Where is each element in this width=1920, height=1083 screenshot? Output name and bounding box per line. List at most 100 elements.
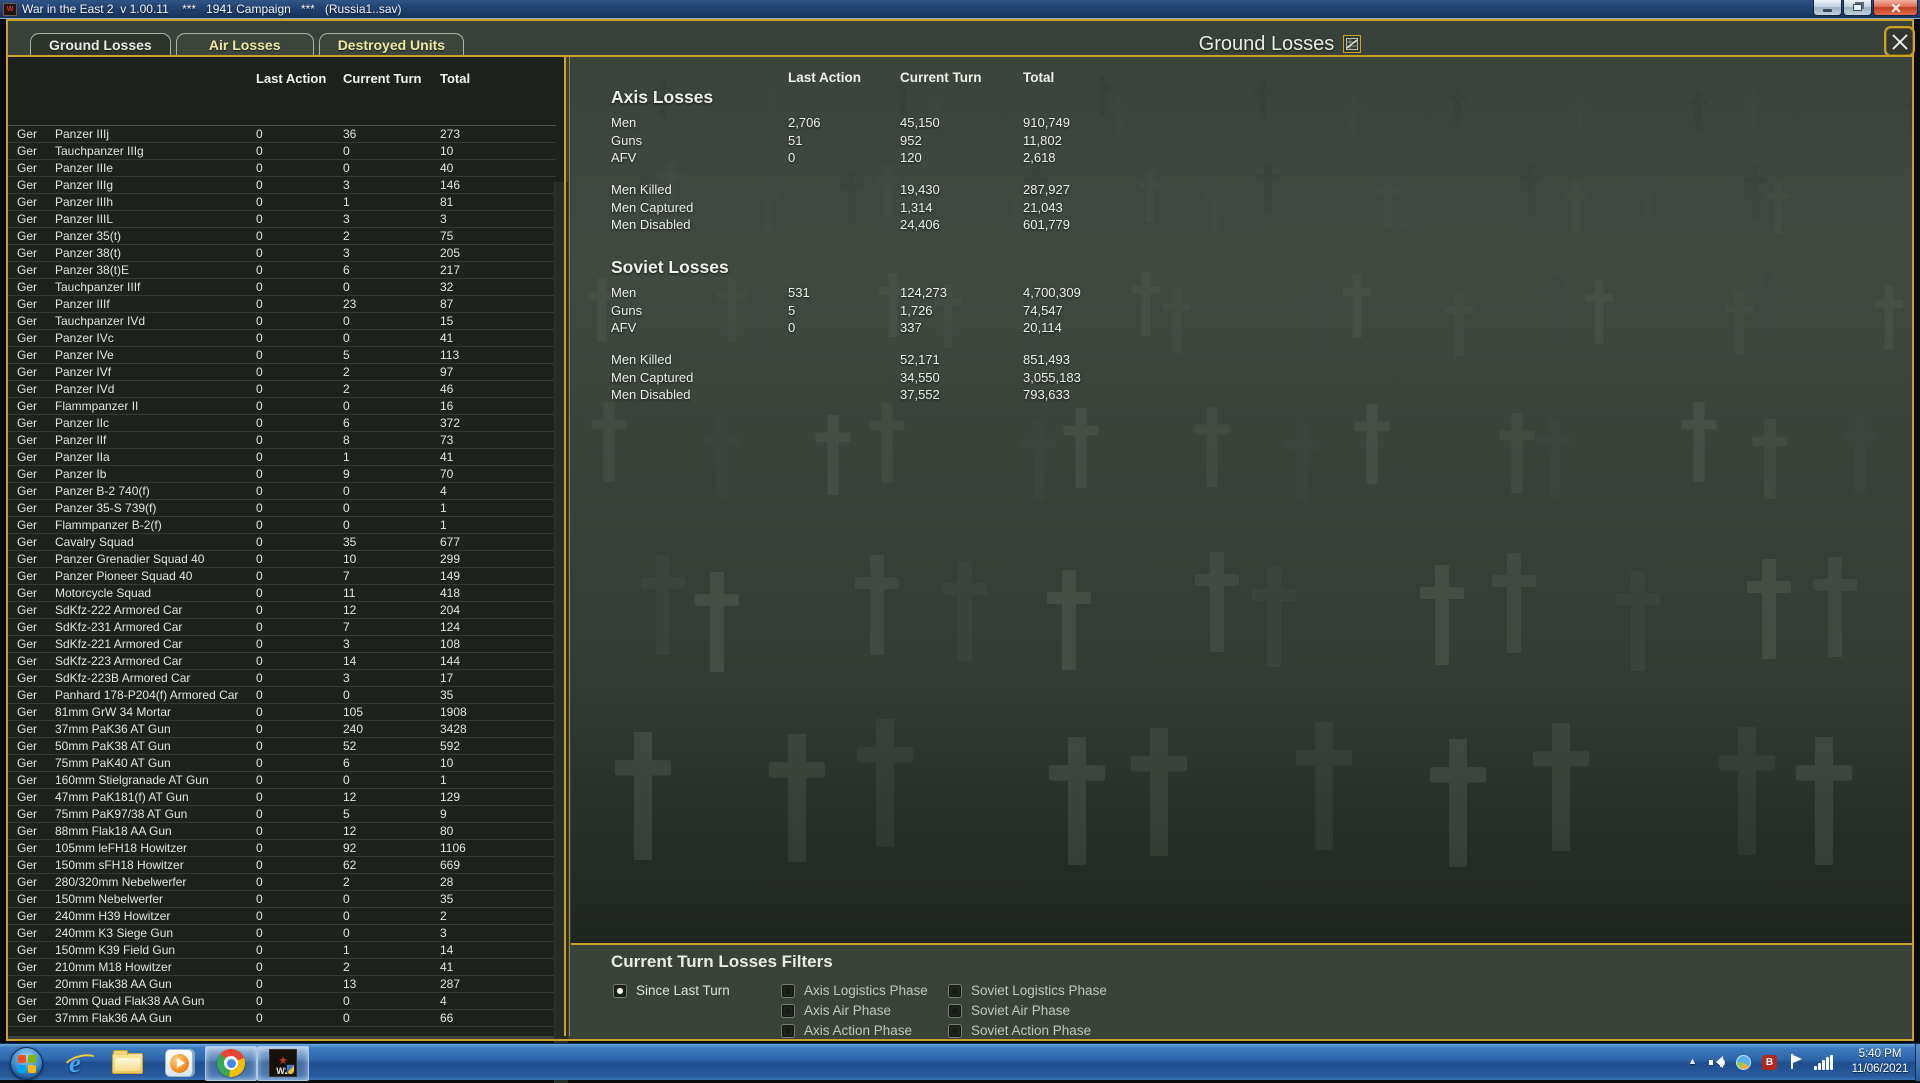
checkbox-icon — [948, 1004, 962, 1018]
checkbox-icon — [781, 984, 795, 998]
taskbar-chrome[interactable] — [205, 1046, 257, 1081]
internet-explorer-icon: e — [69, 1048, 81, 1079]
table-row: GerTauchpanzer IVd0015 — [8, 313, 556, 330]
close-button[interactable] — [1873, 0, 1918, 16]
checkbox-icon — [781, 1004, 795, 1018]
table-row: GerPanzer IIIj036273 — [8, 126, 556, 143]
folder-icon — [112, 1053, 143, 1074]
minimize-icon — [1823, 9, 1832, 12]
page-title: Ground Losses — [1199, 33, 1335, 56]
tab-air-losses[interactable]: Air Losses — [176, 33, 314, 56]
table-row: GerPanzer Ib0970 — [8, 466, 556, 483]
action-center-flag-icon[interactable] — [1789, 1054, 1803, 1070]
tab-ground-losses[interactable]: Ground Losses — [30, 33, 171, 56]
filter-axis-air-phase[interactable]: Axis Air Phase — [781, 1003, 891, 1018]
restore-icon — [1853, 4, 1862, 11]
unit-table-header: Last Action Current Turn Total — [8, 71, 556, 86]
clock-time: 5:40 PM — [1845, 1047, 1915, 1062]
loss-row: Guns51,72674,547 — [571, 302, 1912, 320]
table-row: GerPanzer IVc0041 — [8, 330, 556, 347]
col-total: Total — [1023, 69, 1912, 87]
tab-destroyed-units[interactable]: Destroyed Units — [319, 33, 464, 56]
loss-row: Men2,70645,150910,749 — [571, 114, 1912, 132]
col-last-action: Last Action — [256, 71, 343, 86]
filter-since-last-turn[interactable]: Since Last Turn — [613, 983, 730, 998]
table-row: GerCavalry Squad035677 — [8, 534, 556, 551]
current-turn-filters: Current Turn Losses Filters Since Last T… — [571, 943, 1912, 1036]
table-row: Ger81mm GrW 34 Mortar01051908 — [8, 704, 556, 721]
taskbar-file-explorer[interactable] — [101, 1046, 153, 1081]
table-row: GerPanzer 38(t)E06217 — [8, 262, 556, 279]
loss-row: AFV01202,618 — [571, 149, 1912, 167]
loss-breakdown-row: Men Captured34,5503,055,183 — [571, 369, 1912, 387]
filter-soviet-air-phase[interactable]: Soviet Air Phase — [948, 1003, 1070, 1018]
network-signal-icon[interactable] — [1814, 1055, 1836, 1070]
table-row: GerPanzer 35-S 739(f)001 — [8, 500, 556, 517]
filter-soviet-logistics-phase[interactable]: Soviet Logistics Phase — [948, 983, 1107, 998]
table-row: Ger240mm H39 Howitzer002 — [8, 908, 556, 925]
radio-selected-icon — [613, 984, 627, 998]
loss-breakdown-row: Men Disabled24,406601,779 — [571, 216, 1912, 234]
show-hidden-icons-button[interactable]: ▲ — [1688, 1056, 1697, 1066]
table-row: GerPanzer IIIL033 — [8, 211, 556, 228]
loss-breakdown-row: Men Captured1,31421,043 — [571, 199, 1912, 217]
table-row: Ger47mm PaK181(f) AT Gun012129 — [8, 789, 556, 806]
restore-button[interactable] — [1843, 0, 1872, 16]
table-row: GerFlammpanzer B-2(f)001 — [8, 517, 556, 534]
table-row: GerPanzer IIa0141 — [8, 449, 556, 466]
table-row: GerPanzer IIIh0181 — [8, 194, 556, 211]
show-desktop-button[interactable] — [1915, 1044, 1920, 1081]
table-row: GerPanzer IVf0297 — [8, 364, 556, 381]
table-row: GerSdKfz-223 Armored Car014144 — [8, 653, 556, 670]
filter-soviet-action-phase[interactable]: Soviet Action Phase — [948, 1023, 1091, 1038]
table-row: Ger210mm M18 Howitzer0241 — [8, 959, 556, 976]
table-row: GerPanzer 38(t)03205 — [8, 245, 556, 262]
minimize-button[interactable] — [1813, 0, 1842, 16]
table-row: Ger150mm sFH18 Howitzer062669 — [8, 857, 556, 874]
volume-icon[interactable] — [1709, 1056, 1725, 1069]
loss-breakdown-row: Men Killed52,171851,493 — [571, 351, 1912, 369]
windows-taskbar: e ★W2 ▲ B 5:40 PM 11/06/2021 — [0, 1043, 1920, 1080]
section-title: Axis Losses — [611, 87, 713, 108]
table-row: GerPanzer IIIe0040 — [8, 160, 556, 177]
taskbar-clock[interactable]: 5:40 PM 11/06/2021 — [1845, 1047, 1915, 1077]
table-row: GerPanzer Grenadier Squad 40010299 — [8, 551, 556, 568]
filter-axis-logistics-phase[interactable]: Axis Logistics Phase — [781, 983, 928, 998]
table-row: Ger20mm Flak38 AA Gun013287 — [8, 976, 556, 993]
taskbar-media-player[interactable] — [153, 1046, 205, 1081]
table-row: GerPanzer IVd0246 — [8, 381, 556, 398]
filters-title: Current Turn Losses Filters — [611, 952, 833, 972]
taskbar-wite2[interactable]: ★W2 — [257, 1046, 309, 1081]
taskbar-internet-explorer[interactable]: e — [49, 1046, 101, 1081]
report-chart-icon[interactable] — [1343, 35, 1361, 53]
table-row: GerPanzer IIf0873 — [8, 432, 556, 449]
updates-tray-icon[interactable] — [1736, 1055, 1751, 1070]
table-row: GerPanzer IIIf02387 — [8, 296, 556, 313]
filter-axis-action-phase[interactable]: Axis Action Phase — [781, 1023, 912, 1038]
summary-header: Last Action Current Turn Total — [571, 69, 1912, 87]
table-row: GerMotorcycle Squad011418 — [8, 585, 556, 602]
loss-breakdown-row: Men Disabled37,552793,633 — [571, 386, 1912, 404]
table-row: Ger37mm Flak36 AA Gun0066 — [8, 1010, 556, 1027]
antivirus-tray-icon[interactable]: B — [1762, 1055, 1777, 1070]
loss-row: AFV033720,114 — [571, 319, 1912, 337]
loss-row: Men531124,2734,700,309 — [571, 284, 1912, 302]
table-row: GerSdKfz-221 Armored Car03108 — [8, 636, 556, 653]
table-row: Ger280/320mm Nebelwerfer0228 — [8, 874, 556, 891]
table-row: GerSdKfz-222 Armored Car012204 — [8, 602, 556, 619]
col-last-action: Last Action — [788, 69, 900, 87]
chrome-icon — [217, 1049, 245, 1077]
checkbox-icon — [781, 1024, 795, 1038]
divider-line — [564, 57, 566, 1036]
clock-date: 11/06/2021 — [1845, 1062, 1915, 1077]
table-row: GerTauchpanzer IIIg0010 — [8, 143, 556, 160]
table-row: Ger150mm K39 Field Gun0114 — [8, 942, 556, 959]
screen-close-button[interactable] — [1884, 26, 1915, 57]
table-row: Ger105mm leFH18 Howitzer0921106 — [8, 840, 556, 857]
table-row: GerPanzer IVe05113 — [8, 347, 556, 364]
table-row: Ger20mm Quad Flak38 AA Gun004 — [8, 993, 556, 1010]
table-row: Ger50mm PaK38 AT Gun052592 — [8, 738, 556, 755]
table-row: GerPanzer B-2 740(f)004 — [8, 483, 556, 500]
app-icon: W — [3, 3, 17, 16]
start-button[interactable] — [10, 1047, 43, 1080]
